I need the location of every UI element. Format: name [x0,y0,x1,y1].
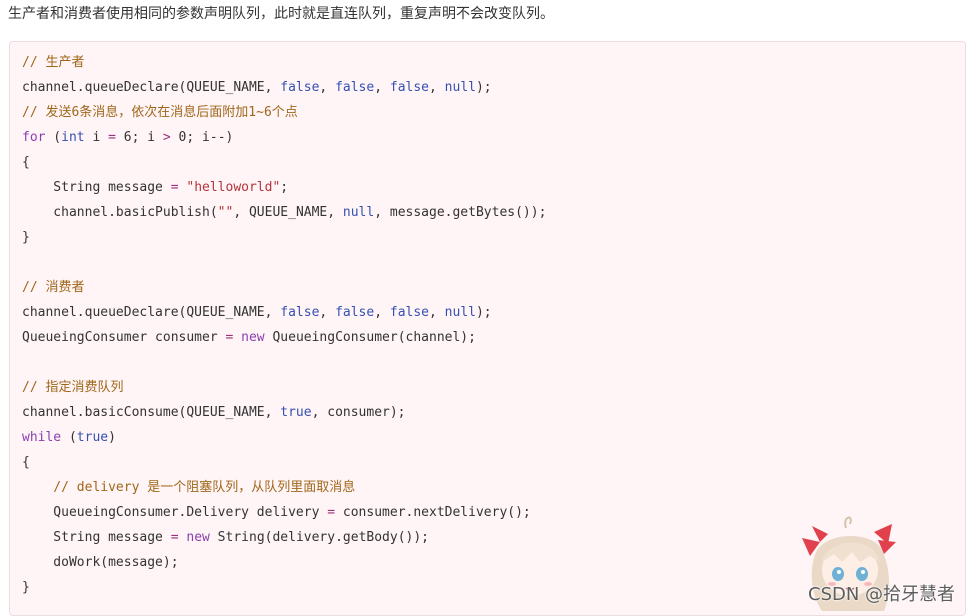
code-token-plain: ; [280,180,289,195]
code-token-plain: doWork(message); [22,555,179,570]
code-token-lit: null [444,305,476,320]
code-token-plain: , QUEUE_NAME, [233,205,343,220]
code-content: // 生产者 channel.queueDeclare(QUEUE_NAME, f… [22,50,546,600]
code-token-plain: { [22,155,30,170]
code-line: { [22,150,546,175]
code-token-plain: consumer.nextDelivery(); [335,505,531,520]
code-token-lit: null [342,205,375,220]
code-token-comment: // 消费者 [22,280,85,295]
code-token-comment: // 生产者 [22,55,85,70]
code-token-plain: , [429,305,445,320]
code-line: String message = new String(delivery.get… [22,525,546,550]
code-line: } [22,225,546,250]
code-line: doWork(message); [22,550,546,575]
code-token-plain: channel.queueDeclare(QUEUE_NAME, [22,305,281,320]
code-line: channel.basicConsume(QUEUE_NAME, true, c… [22,400,546,425]
code-token-plain: 6; i [115,130,163,145]
code-line: channel.queueDeclare(QUEUE_NAME, false, … [22,75,546,100]
code-token-comment: // delivery 是一个阻塞队列，从队列里面取消息 [22,480,356,495]
code-token-lit: false [280,305,320,320]
code-token-plain: , [319,80,336,95]
code-token-lit: false [389,305,430,320]
code-token-kw: new [186,530,210,545]
code-line: // 生产者 [22,50,546,75]
code-token-plain: QueueingConsumer.Delivery delivery [22,505,328,520]
code-token-plain: QueueingConsumer consumer [22,330,226,345]
code-token-lit: true [280,405,312,420]
code-token-plain: 0; i--) [170,130,234,145]
code-token-plain: , [319,305,336,320]
code-token-lit: true [76,430,109,445]
code-token-lit: false [335,305,375,320]
code-token-str: "" [217,205,234,220]
code-token-plain: ) [108,430,116,445]
code-token-plain: channel.queueDeclare(QUEUE_NAME, [22,80,281,95]
code-token-plain: ); [475,305,492,320]
code-token-lit: int [61,130,85,145]
code-token-plain: , [374,80,390,95]
code-token-plain: } [22,580,30,595]
code-token-plain: channel.basicPublish( [22,205,218,220]
intro-paragraph: 生产者和消费者使用相同的参数声明队列，此时就是直连队列，重复声明不会改变队列。 [8,6,554,22]
code-token-op: > [162,130,171,145]
code-line: // delivery 是一个阻塞队列，从队列里面取消息 [22,475,546,500]
code-token-plain: channel.basicConsume(QUEUE_NAME, [22,405,281,420]
csdn-watermark: CSDN @拾牙慧者 [808,584,956,605]
code-line: // 发送6条消息，依次在消息后面附加1~6个点 [22,100,546,125]
code-token-kw: new [241,330,265,345]
code-line: channel.queueDeclare(QUEUE_NAME, false, … [22,300,546,325]
code-token-op: = [108,130,116,145]
code-token-str: "helloworld" [186,180,281,195]
code-token-comment: // 指定消费队列 [22,380,124,395]
code-token-plain: QueueingConsumer(channel); [264,330,476,345]
code-line: // 消费者 [22,275,546,300]
code-token-plain: String message [22,530,171,545]
code-token-lit: false [389,80,430,95]
code-token-plain: } [22,230,30,245]
code-token-plain: i [84,130,109,145]
code-token-plain: ( [61,430,77,445]
code-token-lit: false [335,80,375,95]
code-line: // 指定消费队列 [22,375,546,400]
code-line: for (int i = 6; i > 0; i--) [22,125,546,150]
code-token-plain: , consumer); [311,405,406,420]
code-line: QueueingConsumer.Delivery delivery = con… [22,500,546,525]
code-token-lit: null [444,80,476,95]
code-token-plain: ( [45,130,62,145]
code-line: channel.basicPublish("", QUEUE_NAME, nul… [22,200,546,225]
code-line: while (true) [22,425,546,450]
code-token-lit: false [280,80,320,95]
code-token-op: = [170,530,179,545]
code-line: QueueingConsumer consumer = new Queueing… [22,325,546,350]
code-token-plain: ); [475,80,492,95]
code-token-plain: String message [22,180,171,195]
code-token-plain: , message.getBytes()); [374,205,547,220]
code-token-op: = [170,180,179,195]
code-line: } [22,575,546,600]
code-line: { [22,450,546,475]
code-token-kw: while [22,430,62,445]
code-token-plain: , [429,80,445,95]
code-token-plain: , [374,305,390,320]
code-token-plain: { [22,455,30,470]
code-line: String message = "helloworld"; [22,175,546,200]
code-token-plain: String(delivery.getBody()); [209,530,430,545]
code-token-kw: for [22,130,46,145]
code-token-comment: // 发送6条消息，依次在消息后面附加1~6个点 [22,105,298,120]
code-token-op: = [327,505,336,520]
